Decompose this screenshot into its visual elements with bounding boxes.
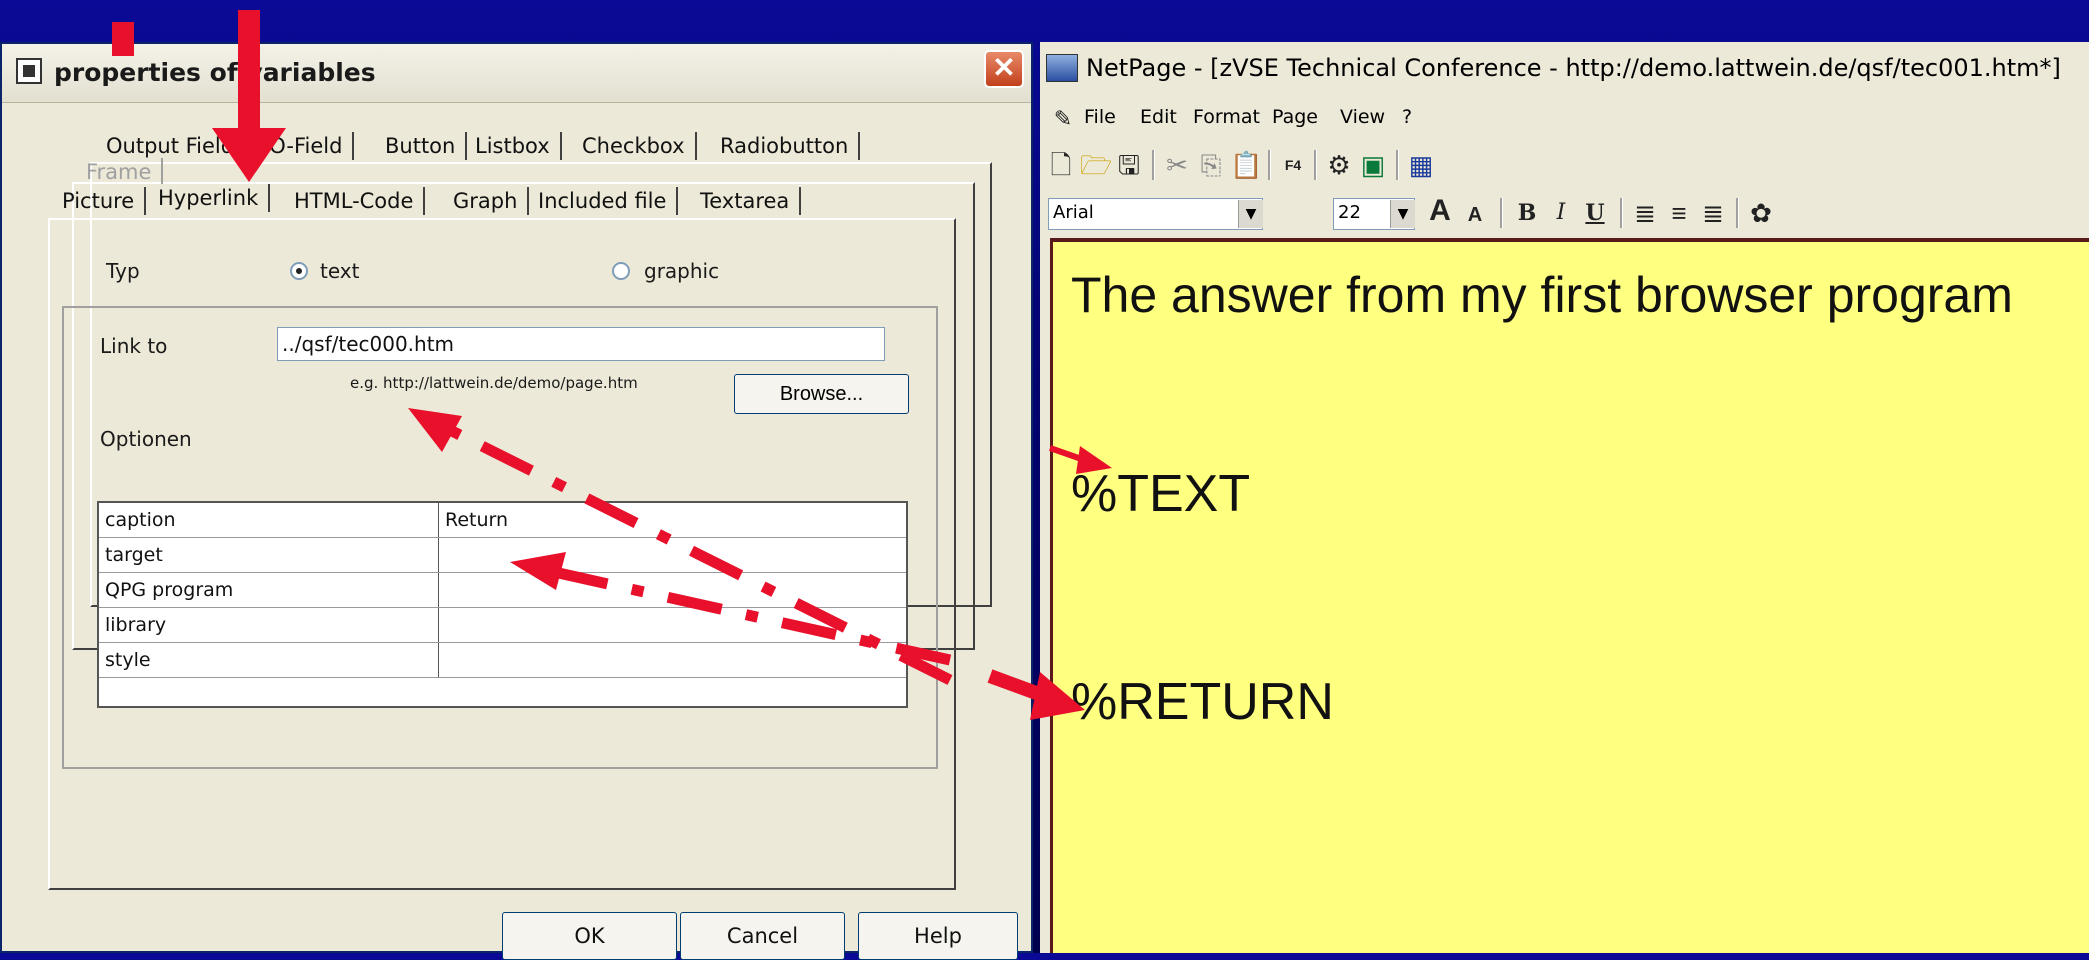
annotation-overlay bbox=[112, 10, 1112, 720]
marker-block bbox=[112, 22, 134, 56]
arrow-head-caption bbox=[510, 552, 566, 590]
dashed-arrow-link-hint bbox=[437, 420, 953, 685]
dashed-arrow-caption bbox=[543, 564, 952, 666]
arrow-head-down bbox=[212, 128, 286, 182]
arrow-head-return bbox=[1030, 672, 1085, 720]
arrow-head-text bbox=[1076, 446, 1112, 474]
arrow-head-link-hint bbox=[408, 408, 462, 452]
arrow-shaft-down bbox=[238, 10, 260, 130]
